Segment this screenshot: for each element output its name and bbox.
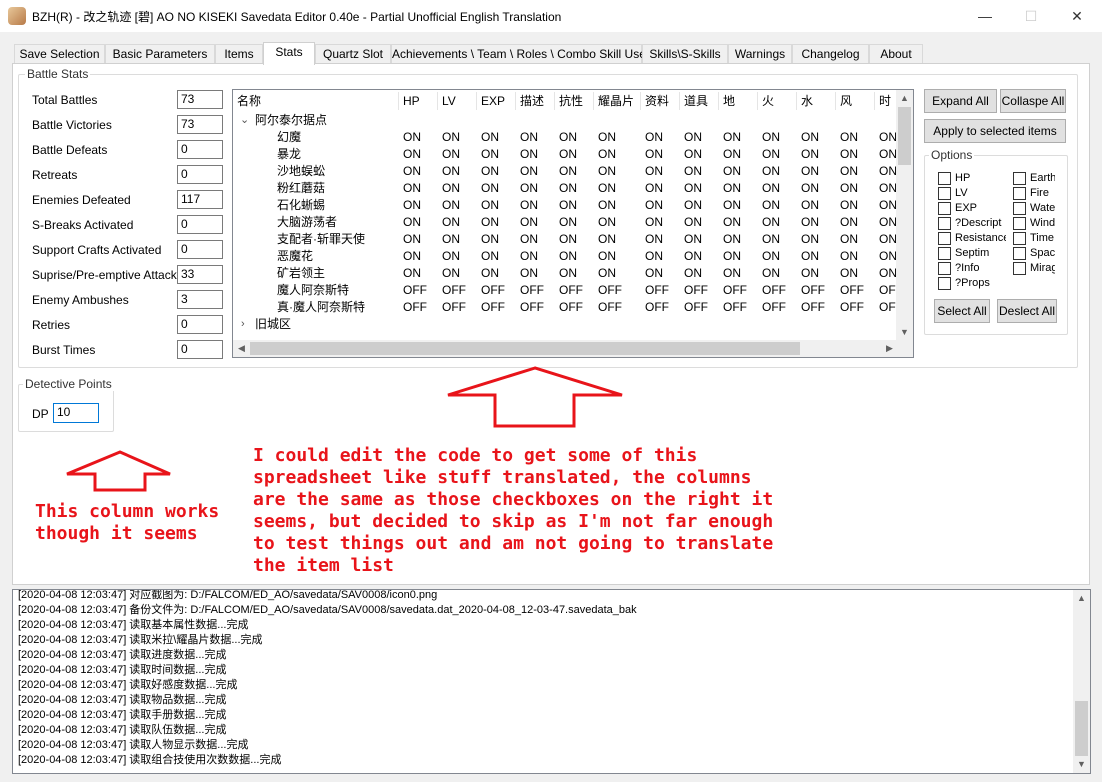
log-line: [2020-04-08 12:03:47] 对应截图为: D:/FALCOM/E… <box>18 589 438 601</box>
scroll-down-icon[interactable]: ▼ <box>1073 756 1090 773</box>
log-output[interactable]: [2020-04-08 12:03:47] 对应截图为: D:/FALCOM/E… <box>12 589 1091 774</box>
log-line: [2020-04-08 12:03:47] 读取队伍数据...完成 <box>18 724 227 736</box>
scroll-up-icon[interactable]: ▲ <box>1073 590 1090 607</box>
log-line: [2020-04-08 12:03:47] 读取组合技使用次数数据...完成 <box>18 754 282 766</box>
log-line: [2020-04-08 12:03:47] 备份文件为: D:/FALCOM/E… <box>18 604 637 616</box>
scroll-thumb[interactable] <box>1075 701 1088 756</box>
log-line: [2020-04-08 12:03:47] 读取手册数据...完成 <box>18 709 227 721</box>
log-vertical-scrollbar[interactable]: ▲ ▼ <box>1073 590 1090 773</box>
log-line: [2020-04-08 12:03:47] 读取米拉\耀晶片数据...完成 <box>18 634 263 646</box>
log-line: [2020-04-08 12:03:47] 读取好感度数据...完成 <box>18 679 238 691</box>
annotation-right-text: I could edit the code to get some of thi… <box>253 445 774 576</box>
up-arrow-big <box>447 366 623 428</box>
annotation-left-text: This column works though it seems <box>35 501 220 544</box>
tab-stats[interactable]: Stats <box>263 42 315 65</box>
up-arrow-small <box>66 450 171 492</box>
log-line: [2020-04-08 12:03:47] 读取进度数据...完成 <box>18 649 227 661</box>
log-line: [2020-04-08 12:03:47] 读取基本属性数据...完成 <box>18 619 249 631</box>
log-line: [2020-04-08 12:03:47] 读取物品数据...完成 <box>18 694 227 706</box>
log-line: [2020-04-08 12:03:47] 读取人物显示数据...完成 <box>18 739 249 751</box>
log-line: [2020-04-08 12:03:47] 读取时间数据...完成 <box>18 664 227 676</box>
